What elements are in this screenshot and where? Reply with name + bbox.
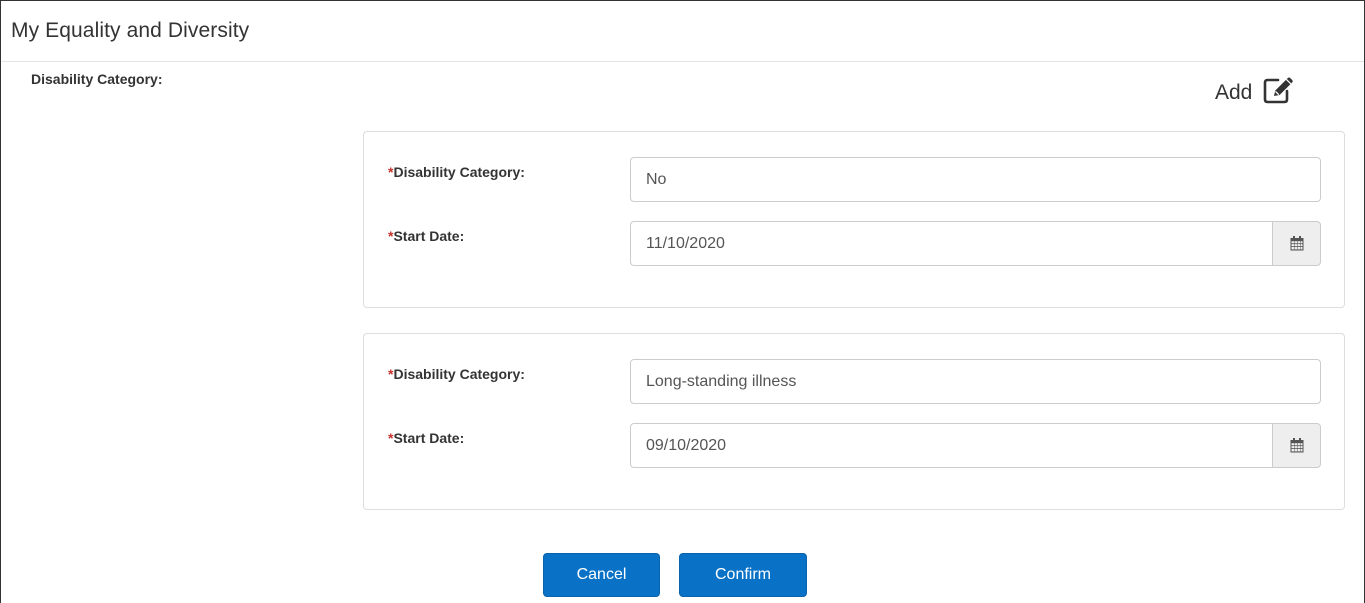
page-header: My Equality and Diversity bbox=[2, 2, 1364, 62]
disability-category-input[interactable] bbox=[630, 359, 1321, 404]
cancel-button[interactable]: Cancel bbox=[543, 553, 660, 597]
disability-category-label: *Disability Category: bbox=[388, 164, 525, 180]
confirm-button[interactable]: Confirm bbox=[679, 553, 807, 597]
add-button[interactable]: Add bbox=[1215, 75, 1296, 105]
start-date-label: *Start Date: bbox=[388, 228, 464, 244]
add-label: Add bbox=[1215, 80, 1253, 104]
edit-icon bbox=[1264, 77, 1294, 104]
disability-record-card: *Disability Category: *Start Date: bbox=[363, 131, 1345, 308]
start-date-field bbox=[630, 221, 1321, 266]
calendar-button[interactable] bbox=[1272, 221, 1321, 266]
disability-category-label-text: Disability Category: bbox=[393, 164, 525, 180]
start-date-field bbox=[630, 423, 1321, 468]
start-date-label: *Start Date: bbox=[388, 430, 464, 446]
start-date-input[interactable] bbox=[630, 423, 1272, 468]
disability-record-card: *Disability Category: *Start Date: bbox=[363, 333, 1345, 510]
disability-category-label: *Disability Category: bbox=[388, 366, 525, 382]
page-title: My Equality and Diversity bbox=[11, 19, 250, 42]
calendar-button[interactable] bbox=[1272, 423, 1321, 468]
disability-category-input[interactable] bbox=[630, 157, 1321, 202]
start-date-label-text: Start Date: bbox=[393, 430, 465, 446]
disability-category-label-text: Disability Category: bbox=[393, 366, 525, 382]
page-frame: My Equality and Diversity Disability Cat… bbox=[0, 0, 1365, 603]
start-date-label-text: Start Date: bbox=[393, 228, 465, 244]
section-label: Disability Category: bbox=[31, 71, 163, 87]
calendar-icon bbox=[1290, 438, 1303, 453]
start-date-input[interactable] bbox=[630, 221, 1272, 266]
calendar-icon bbox=[1290, 236, 1303, 251]
